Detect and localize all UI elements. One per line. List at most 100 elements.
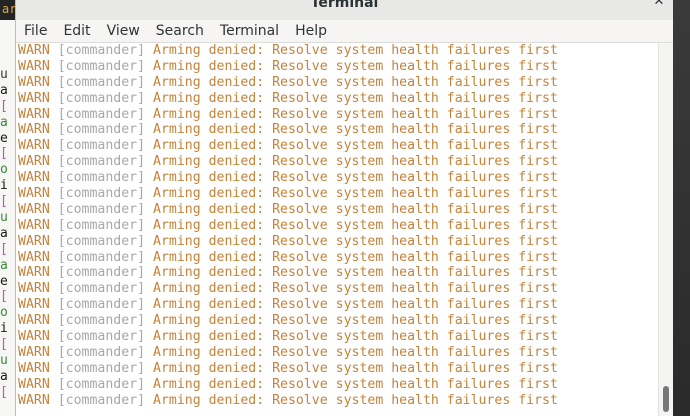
log-level: WARN: [18, 186, 50, 202]
menu-edit[interactable]: Edit: [55, 20, 98, 42]
log-module: [commander]: [57, 281, 146, 297]
background-window-title: ard: [2, 2, 16, 16]
log-message: Arming denied: Resolve system health fai…: [153, 201, 558, 217]
terminal-output-area[interactable]: WARN [commander] Arming denied: Resolve …: [16, 43, 659, 416]
menu-search[interactable]: Search: [148, 20, 212, 42]
log-module: [commander]: [57, 154, 146, 170]
log-line: WARN [commander] Arming denied: Resolve …: [18, 361, 558, 377]
log-line: WARN [commander] Arming denied: Resolve …: [18, 154, 558, 170]
log-module: [commander]: [57, 249, 146, 265]
background-output-line: a: [0, 257, 8, 273]
log-message: Arming denied: Resolve system health fai…: [153, 344, 558, 360]
log-level: WARN: [18, 217, 50, 233]
log-line: WARN [commander] Arming denied: Resolve …: [18, 43, 558, 59]
log-module: [commander]: [57, 376, 146, 392]
log-module: [commander]: [57, 186, 146, 202]
log-message: Arming denied: Resolve system health fai…: [153, 122, 558, 138]
log-level: WARN: [18, 360, 50, 376]
log-message: Arming denied: Resolve system health fai…: [153, 233, 558, 249]
log-message: Arming denied: Resolve system health fai…: [153, 297, 558, 313]
log-module: [commander]: [57, 90, 146, 106]
menu-terminal[interactable]: Terminal: [212, 20, 287, 42]
log-level: WARN: [18, 201, 50, 217]
log-message: Arming denied: Resolve system health fai…: [153, 360, 558, 376]
background-output-line: u: [0, 67, 8, 82]
background-output-line: [: [0, 98, 8, 114]
log-message: Arming denied: Resolve system health fai…: [153, 376, 558, 392]
log-module: [commander]: [57, 344, 146, 360]
log-level: WARN: [18, 122, 50, 138]
log-level: WARN: [18, 281, 50, 297]
menubar: File Edit View Search Terminal Help: [16, 20, 673, 43]
log-message: Arming denied: Resolve system health fai…: [153, 58, 558, 74]
log-level: WARN: [18, 154, 50, 170]
terminal-log: WARN [commander] Arming denied: Resolve …: [18, 43, 558, 408]
background-output-line: i: [0, 178, 8, 194]
log-module: [commander]: [57, 297, 146, 313]
background-output-line: o: [0, 305, 8, 321]
log-line: WARN [commander] Arming denied: Resolve …: [18, 138, 558, 154]
log-level: WARN: [18, 297, 50, 313]
log-line: WARN [commander] Arming denied: Resolve …: [18, 91, 558, 107]
vertical-scrollbar[interactable]: [658, 43, 673, 416]
log-level: WARN: [18, 233, 50, 249]
log-line: WARN [commander] Arming denied: Resolve …: [18, 202, 558, 218]
log-level: WARN: [18, 265, 50, 281]
background-output-line: a: [0, 225, 8, 241]
log-level: WARN: [18, 376, 50, 392]
log-message: Arming denied: Resolve system health fai…: [153, 217, 558, 233]
log-message: Arming denied: Resolve system health fai…: [153, 90, 558, 106]
log-level: WARN: [18, 392, 50, 408]
log-module: [commander]: [57, 217, 146, 233]
background-output-line: u: [0, 353, 8, 369]
background-window-titlebar[interactable]: ard: [0, 0, 16, 20]
log-line: WARN [commander] Arming denied: Resolve …: [18, 297, 558, 313]
log-line: WARN [commander] Arming denied: Resolve …: [18, 313, 558, 329]
background-output-line: [: [0, 194, 8, 210]
log-level: WARN: [18, 58, 50, 74]
log-line: WARN [commander] Arming denied: Resolve …: [18, 75, 558, 91]
log-line: WARN [commander] Arming denied: Resolve …: [18, 329, 558, 345]
log-module: [commander]: [57, 43, 146, 58]
scrollbar-thumb[interactable]: [663, 386, 669, 412]
log-module: [commander]: [57, 313, 146, 329]
log-module: [commander]: [57, 392, 146, 408]
log-message: Arming denied: Resolve system health fai…: [153, 74, 558, 90]
log-message: Arming denied: Resolve system health fai…: [153, 138, 558, 154]
close-button[interactable]: ✕: [651, 0, 667, 10]
log-line: WARN [commander] Arming denied: Resolve …: [18, 345, 558, 361]
background-output-line: [: [0, 241, 8, 257]
background-terminal-output: u a[a e[o i[u a[a e[o i[u a[: [0, 67, 16, 401]
window-title: Terminal: [310, 0, 379, 11]
log-level: WARN: [18, 43, 50, 58]
menu-help[interactable]: Help: [287, 20, 335, 42]
log-line: WARN [commander] Arming denied: Resolve …: [18, 59, 558, 75]
log-message: Arming denied: Resolve system health fai…: [153, 106, 558, 122]
log-level: WARN: [18, 90, 50, 106]
log-message: Arming denied: Resolve system health fai…: [153, 392, 558, 408]
menu-view[interactable]: View: [99, 20, 148, 42]
menu-file[interactable]: File: [16, 20, 55, 42]
background-output-line: u: [0, 210, 8, 226]
log-module: [commander]: [57, 201, 146, 217]
background-output-line: [: [0, 384, 8, 400]
log-line: WARN [commander] Arming denied: Resolve …: [18, 393, 558, 409]
log-line: WARN [commander] Arming denied: Resolve …: [18, 218, 558, 234]
log-module: [commander]: [57, 122, 146, 138]
log-line: WARN [commander] Arming denied: Resolve …: [18, 122, 558, 138]
log-message: Arming denied: Resolve system health fai…: [153, 265, 558, 281]
log-line: WARN [commander] Arming denied: Resolve …: [18, 281, 558, 297]
log-level: WARN: [18, 249, 50, 265]
log-module: [commander]: [57, 329, 146, 345]
log-line: WARN [commander] Arming denied: Resolve …: [18, 250, 558, 266]
log-message: Arming denied: Resolve system health fai…: [153, 313, 558, 329]
log-module: [commander]: [57, 170, 146, 186]
log-module: [commander]: [57, 233, 146, 249]
background-terminal-window[interactable]: ard ua[ae[oi[ua[ae[oi[ua[: [0, 0, 16, 416]
log-module: [commander]: [57, 360, 146, 376]
background-output-line: i: [0, 321, 8, 337]
log-level: WARN: [18, 313, 50, 329]
titlebar[interactable]: Terminal ✕: [16, 0, 673, 21]
background-output-line: a: [0, 114, 8, 130]
log-module: [commander]: [57, 265, 146, 281]
